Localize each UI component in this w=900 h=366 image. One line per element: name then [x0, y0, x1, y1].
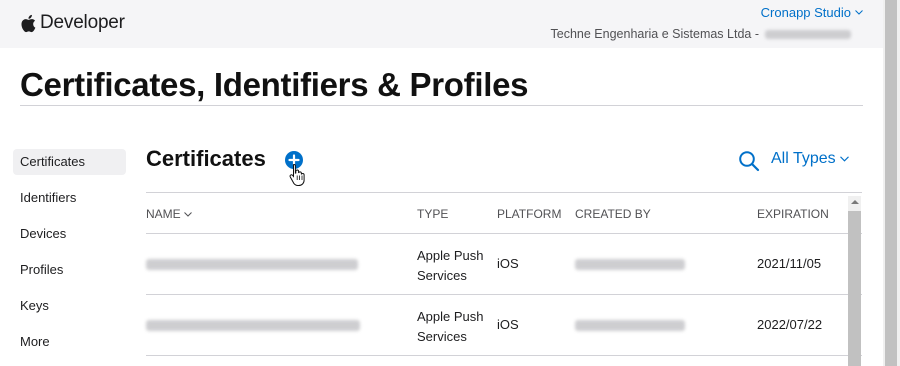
certificate-type: Apple Push Services	[417, 246, 484, 286]
type-line-1: Apple Push	[417, 248, 484, 263]
sidebar-item-devices[interactable]: Devices	[13, 221, 126, 247]
type-line-1: Apple Push	[417, 309, 484, 324]
created-by-redacted	[575, 319, 685, 334]
sidebar-item-certificates[interactable]: Certificates	[13, 149, 126, 175]
global-header: Developer Cronapp Studio Techne Engenhar…	[0, 0, 883, 48]
column-name-label: NAME	[146, 207, 181, 221]
column-platform-header[interactable]: PLATFORM	[497, 207, 561, 221]
certificate-platform: iOS	[497, 317, 519, 332]
developer-brand[interactable]: Developer	[20, 12, 125, 34]
column-created-by-header[interactable]: CREATED BY	[575, 207, 651, 221]
type-line-2: Services	[417, 268, 467, 283]
table-row[interactable]: Apple Push Services iOS 2022/07/22	[146, 295, 862, 356]
sidebar-item-profiles[interactable]: Profiles	[13, 257, 126, 283]
created-by-redacted	[575, 258, 685, 273]
table-row[interactable]: Apple Push Services iOS 2021/11/05	[146, 234, 862, 295]
team-menu[interactable]: Cronapp Studio	[761, 5, 863, 20]
certificate-type: Apple Push Services	[417, 307, 484, 347]
chevron-down-icon	[855, 10, 863, 15]
title-divider	[20, 105, 863, 106]
page-title: Certificates, Identifiers & Profiles	[20, 66, 529, 103]
hand-pointer-cursor-icon	[289, 163, 305, 186]
certificate-name-redacted	[146, 319, 360, 334]
chevron-down-icon	[839, 156, 849, 162]
team-name-label: Techne Engenharia e Sistemas Ltda -	[550, 27, 759, 41]
certificates-table: NAME TYPE PLATFORM CREATED BY EXPIRATION…	[146, 192, 862, 356]
table-scrollbar-thumb[interactable]	[848, 211, 861, 366]
type-filter-label: All Types	[771, 150, 836, 167]
team-menu-label: Cronapp Studio	[760, 5, 851, 20]
certificate-platform: iOS	[497, 256, 519, 271]
scroll-up-arrow-icon[interactable]	[851, 199, 859, 205]
team-name: Techne Engenharia e Sistemas Ltda -	[551, 27, 851, 41]
redacted-team-id	[765, 29, 851, 39]
certificate-expiration: 2021/11/05	[757, 256, 822, 271]
type-filter-dropdown[interactable]: All Types	[771, 150, 849, 168]
type-line-2: Services	[417, 329, 467, 344]
sort-chevron-down-icon	[183, 211, 192, 217]
sidebar-item-keys[interactable]: Keys	[13, 293, 126, 319]
column-expiration-header[interactable]: EXPIRATION	[757, 207, 829, 221]
certificate-name-redacted	[146, 258, 358, 273]
column-type-header[interactable]: TYPE	[417, 207, 448, 221]
sidebar-item-identifiers[interactable]: Identifiers	[13, 185, 126, 211]
sidebar-item-more[interactable]: More	[13, 329, 126, 355]
certificate-expiration: 2022/07/22	[757, 317, 823, 332]
apple-logo-icon	[21, 14, 36, 32]
table-header: NAME TYPE PLATFORM CREATED BY EXPIRATION	[146, 192, 862, 234]
section-title: Certificates	[146, 146, 266, 171]
page-scrollbar-thumb[interactable]	[885, 0, 897, 366]
sidebar-nav: Certificates Identifiers Devices Profile…	[13, 149, 126, 365]
search-icon[interactable]	[738, 150, 760, 172]
column-name-header[interactable]: NAME	[146, 207, 192, 221]
brand-label: Developer	[40, 12, 125, 33]
